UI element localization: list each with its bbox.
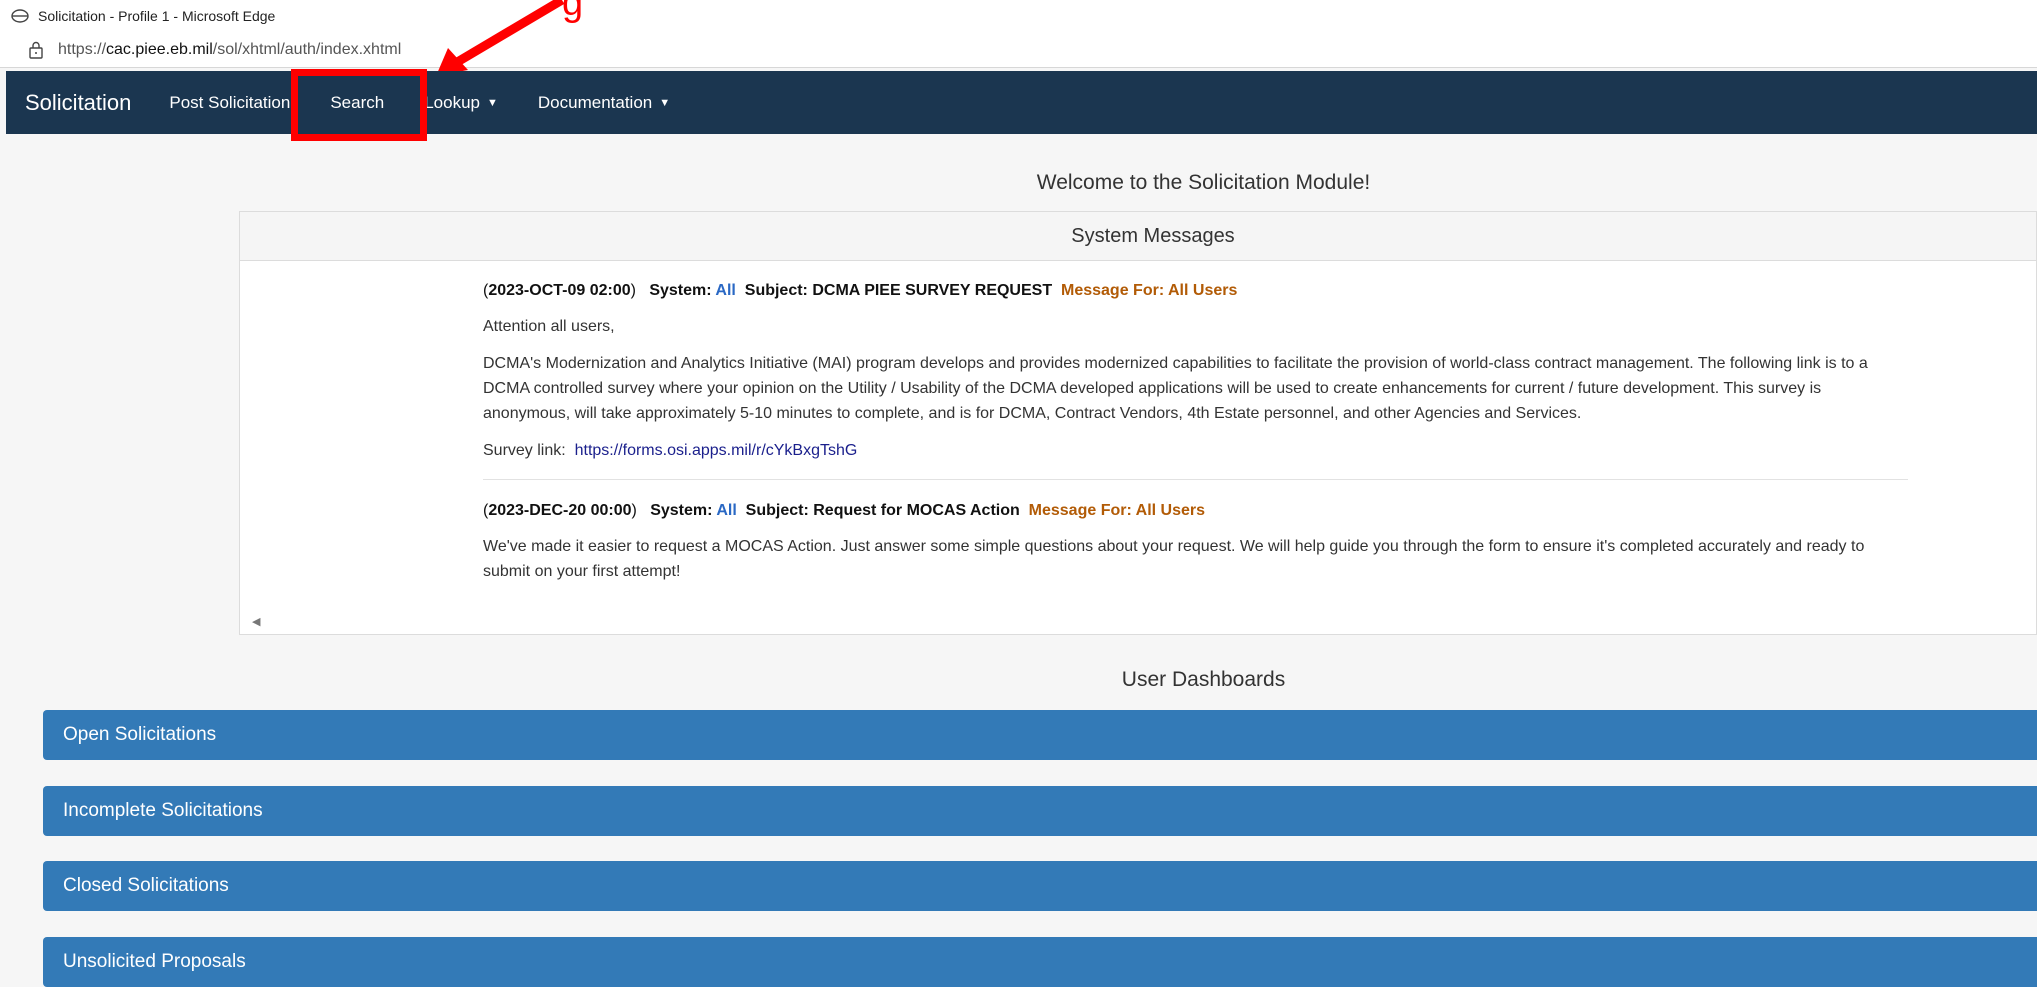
system-value: All bbox=[715, 282, 736, 299]
message-paragraph: Attention all users, bbox=[483, 318, 615, 335]
nav-lookup[interactable]: Lookup ▼ bbox=[424, 93, 498, 113]
dashboard-unsolicited-proposals[interactable]: Unsolicited Proposals bbox=[43, 937, 2037, 987]
survey-link[interactable]: https://forms.osi.apps.mil/r/cYkBxgTshG bbox=[575, 442, 858, 459]
dashboard-open-solicitations[interactable]: Open Solicitations bbox=[43, 710, 2037, 760]
annotation-text-fragment: g bbox=[562, 0, 584, 24]
nav-documentation-label: Documentation bbox=[537, 92, 653, 112]
system-value: All bbox=[716, 502, 737, 519]
browser-title-bar: Solicitation - Profile 1 - Microsoft Edg… bbox=[0, 0, 2037, 32]
caret-down-icon: ▼ bbox=[659, 96, 671, 109]
message-date: 2023-DEC-20 00:00 bbox=[488, 502, 632, 519]
system-messages-header: System Messages bbox=[240, 212, 2036, 261]
dashboard-closed-solicitations[interactable]: Closed Solicitations bbox=[43, 861, 2037, 911]
survey-link-row: Survey link: https://forms.osi.apps.mil/… bbox=[483, 438, 1908, 463]
message-header: (2023-OCT-09 02:00) System: All Subject:… bbox=[483, 282, 1908, 300]
message-date-wrap: (2023-OCT-09 02:00) bbox=[483, 282, 636, 299]
system-label: System: bbox=[649, 282, 712, 299]
message-for: Message For: All Users bbox=[1061, 282, 1238, 299]
message-paragraph: DCMA's Modernization and Analytics Initi… bbox=[483, 355, 1868, 422]
message-divider bbox=[483, 479, 1908, 480]
system-label: System: bbox=[650, 502, 713, 519]
caret-down-icon: ▼ bbox=[487, 96, 498, 109]
url-text[interactable]: https://cac.piee.eb.mil/sol/xhtml/auth/i… bbox=[58, 41, 401, 59]
message-item: (2023-OCT-09 02:00) System: All Subject:… bbox=[483, 282, 1908, 463]
user-dashboards-heading: User Dashboards bbox=[1121, 668, 1286, 691]
nav-post-solicitation[interactable]: Post Solicitation bbox=[169, 93, 290, 113]
subject-label: Subject: bbox=[745, 502, 809, 519]
lock-icon[interactable] bbox=[28, 41, 44, 59]
welcome-heading: Welcome to the Solicitation Module! bbox=[1036, 171, 1371, 194]
address-bar[interactable]: https://cac.piee.eb.mil/sol/xhtml/auth/i… bbox=[0, 32, 2037, 68]
scroll-left-icon[interactable]: ◀ bbox=[252, 615, 260, 628]
message-item: (2023-DEC-20 00:00) System: All Subject:… bbox=[483, 502, 1908, 584]
navbar-brand[interactable]: Solicitation bbox=[25, 90, 131, 116]
message-header: (2023-DEC-20 00:00) System: All Subject:… bbox=[483, 502, 1908, 520]
messages-list: (2023-OCT-09 02:00) System: All Subject:… bbox=[483, 282, 1908, 596]
url-path: /sol/xhtml/auth/index.xhtml bbox=[212, 40, 402, 58]
url-host: cac.piee.eb.mil bbox=[106, 40, 213, 58]
message-date: 2023-OCT-09 02:00 bbox=[488, 282, 631, 299]
message-subject: DCMA PIEE SURVEY REQUEST bbox=[812, 282, 1053, 299]
message-for: Message For: All Users bbox=[1028, 502, 1206, 519]
message-subject: Request for MOCAS Action bbox=[813, 502, 1020, 519]
url-prefix: https:// bbox=[58, 40, 107, 58]
system-messages-panel: System Messages (2023-OCT-09 02:00) Syst… bbox=[239, 211, 2037, 635]
message-paragraph: We've made it easier to request a MOCAS … bbox=[483, 538, 1865, 580]
nav-lookup-label: Lookup bbox=[424, 92, 480, 112]
window-title: Solicitation - Profile 1 - Microsoft Edg… bbox=[38, 8, 276, 24]
nav-documentation[interactable]: Documentation ▼ bbox=[538, 93, 670, 113]
survey-link-label: Survey link: bbox=[483, 442, 566, 459]
subject-label: Subject: bbox=[744, 282, 808, 299]
app-navbar: Solicitation Post Solicitation Search Lo… bbox=[6, 71, 2037, 134]
edge-tab-icon bbox=[11, 9, 29, 23]
dashboard-incomplete-solicitations[interactable]: Incomplete Solicitations bbox=[43, 786, 2037, 836]
nav-search[interactable]: Search bbox=[330, 93, 384, 113]
message-date-wrap: (2023-DEC-20 00:00) bbox=[483, 502, 637, 519]
